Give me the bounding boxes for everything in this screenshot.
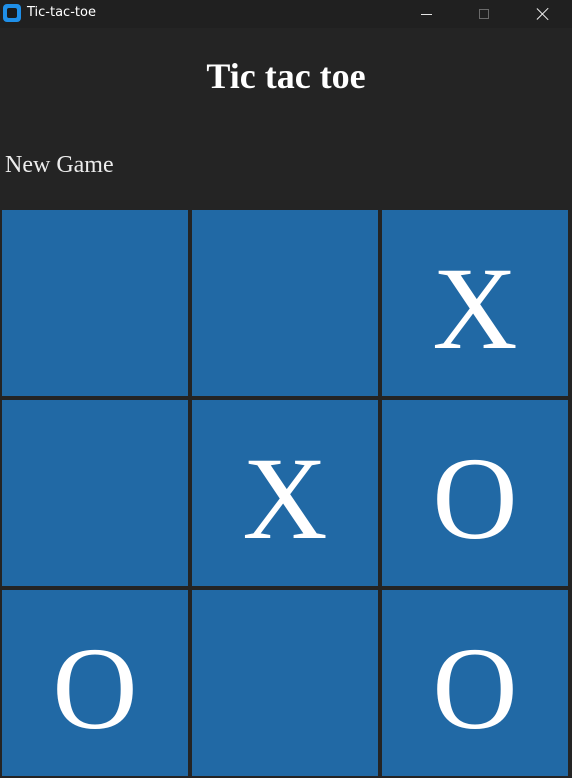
minimize-button[interactable]	[403, 0, 449, 28]
page-title: Tic tac toe	[206, 56, 366, 96]
board-cell-r2c1[interactable]	[2, 400, 188, 586]
close-button[interactable]	[520, 0, 566, 28]
board-cell-r3c2[interactable]	[192, 590, 378, 776]
board-cell-r2c2[interactable]: X	[192, 400, 378, 586]
minimize-icon	[420, 13, 432, 15]
cell-mark: O	[432, 433, 518, 564]
maximize-button[interactable]	[461, 0, 507, 28]
board-cell-r3c3[interactable]: O	[382, 590, 568, 776]
board-cell-r1c1[interactable]	[2, 210, 188, 396]
app-window: Tic-tac-toe Tic tac toe New Game X X O O…	[0, 0, 572, 778]
cell-mark: O	[432, 623, 518, 754]
board-cell-r2c3[interactable]: O	[382, 400, 568, 586]
cell-mark: O	[52, 623, 138, 754]
board-cell-r1c3[interactable]: X	[382, 210, 568, 396]
cell-mark: X	[432, 243, 518, 374]
close-icon	[536, 7, 550, 21]
title-bar[interactable]: Tic-tac-toe	[0, 0, 572, 28]
maximize-icon	[479, 9, 489, 19]
board-cell-r1c2[interactable]	[192, 210, 378, 396]
game-board: X X O O O	[0, 208, 572, 778]
new-game-button[interactable]: New Game	[5, 150, 114, 180]
app-icon	[3, 4, 21, 22]
window-title: Tic-tac-toe	[27, 5, 96, 20]
cell-mark: X	[242, 433, 328, 564]
board-cell-r3c1[interactable]: O	[2, 590, 188, 776]
